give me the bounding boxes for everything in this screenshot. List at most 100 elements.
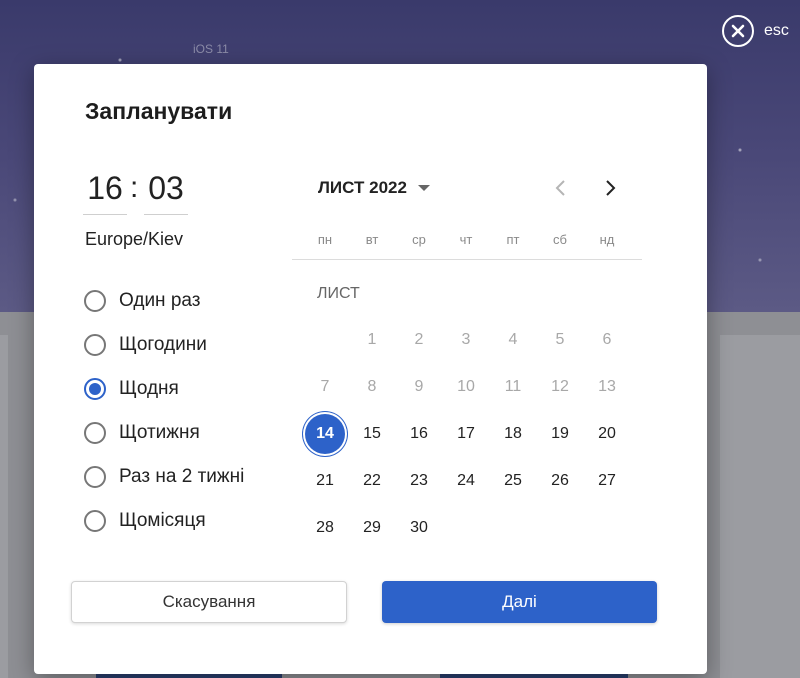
calendar-day-number: 29 — [363, 519, 381, 536]
frequency-option[interactable]: Раз на 2 тижні — [84, 466, 244, 488]
calendar-day[interactable]: 29 — [352, 508, 392, 548]
calendar-day: 10 — [446, 367, 486, 407]
month-year-dropdown[interactable]: ЛИСТ 2022 — [318, 178, 431, 198]
calendar-day-number: 30 — [410, 519, 428, 536]
calendar-day[interactable]: 27 — [587, 461, 627, 501]
calendar-day-number: 8 — [367, 378, 377, 395]
hours-input[interactable]: 16 — [83, 168, 127, 215]
frequency-option-label: Раз на 2 тижні — [119, 466, 245, 487]
calendar-divider — [292, 259, 642, 260]
calendar-day: 2 — [399, 320, 439, 360]
calendar-day: 13 — [587, 367, 627, 407]
calendar-day[interactable]: 24 — [446, 461, 486, 501]
calendar-day-number: 17 — [457, 425, 475, 442]
weekday-label: вт — [365, 232, 379, 247]
calendar-day: 4 — [493, 320, 533, 360]
weekday-label: сб — [553, 232, 567, 247]
close-label: esc — [764, 22, 789, 39]
frequency-option[interactable]: Щодня — [84, 378, 179, 400]
calendar-day: 6 — [587, 320, 627, 360]
frequency-option-label: Щогодини — [119, 334, 207, 355]
timezone-label: Europe/Kiev — [85, 229, 184, 249]
calendar-day: 5 — [540, 320, 580, 360]
calendar-day[interactable]: 22 — [352, 461, 392, 501]
weekday-label: нд — [599, 232, 615, 247]
weekday-label: ср — [412, 232, 426, 247]
radio-checked[interactable] — [84, 378, 106, 400]
frequency-option[interactable]: Щогодини — [84, 334, 207, 356]
frequency-option-label: Щотижня — [119, 422, 200, 443]
calendar-day[interactable]: 17 — [446, 414, 486, 454]
calendar-day: 8 — [352, 367, 392, 407]
background-ios-label: iOS 11 — [193, 42, 229, 56]
calendar-day-number: 9 — [414, 378, 424, 395]
frequency-option-label: Щодня — [119, 378, 179, 399]
calendar-day-number: 18 — [504, 425, 522, 442]
calendar-day-number: 24 — [457, 472, 475, 489]
radio-unchecked[interactable] — [84, 510, 106, 532]
radio-unchecked[interactable] — [84, 334, 106, 356]
calendar-day-number: 2 — [414, 331, 424, 348]
calendar-day-number: 14 — [316, 425, 334, 442]
weekday-label: пн — [317, 232, 333, 247]
calendar-day: 3 — [446, 320, 486, 360]
calendar-day-number: 21 — [316, 472, 334, 489]
calendar-day[interactable]: 26 — [540, 461, 580, 501]
calendar-day: 9 — [399, 367, 439, 407]
frequency-option-label: Один раз — [119, 290, 201, 311]
calendar-day-number: 4 — [508, 331, 518, 348]
cancel-button[interactable]: Скасування — [71, 581, 347, 623]
calendar-day[interactable]: 28 — [305, 508, 345, 548]
calendar-day-number: 27 — [598, 472, 616, 489]
time-separator: : — [130, 171, 139, 204]
next-month-button[interactable] — [597, 174, 625, 202]
calendar-day-number: 19 — [551, 425, 569, 442]
calendar-day[interactable]: 18 — [493, 414, 533, 454]
calendar-day[interactable]: 19 — [540, 414, 580, 454]
calendar-day-number: 10 — [457, 378, 475, 395]
radio-unchecked[interactable] — [84, 290, 106, 312]
calendar-day[interactable]: 21 — [305, 461, 345, 501]
prev-month-button[interactable] — [546, 174, 574, 202]
calendar-day[interactable]: 16 — [399, 414, 439, 454]
calendar-day: 11 — [493, 367, 533, 407]
calendar-day[interactable]: 25 — [493, 461, 533, 501]
close-button[interactable]: esc — [722, 15, 789, 47]
calendar-day-number: 26 — [551, 472, 569, 489]
calendar-day[interactable]: 15 — [352, 414, 392, 454]
calendar-day: 1 — [352, 320, 392, 360]
radio-unchecked[interactable] — [84, 422, 106, 444]
calendar-day-number: 6 — [602, 331, 612, 348]
frequency-option[interactable]: Щомісяця — [84, 510, 206, 532]
frequency-option[interactable]: Щотижня — [84, 422, 200, 444]
chevron-right-icon — [606, 180, 616, 196]
caret-down-icon — [417, 185, 430, 191]
radio-unchecked[interactable] — [84, 466, 106, 488]
calendar-day-number: 5 — [555, 331, 565, 348]
calendar-day[interactable]: 20 — [587, 414, 627, 454]
calendar-day-number: 16 — [410, 425, 428, 442]
calendar-day-number: 12 — [551, 378, 569, 395]
calendar-day-selected[interactable]: 14 — [305, 414, 345, 454]
close-icon[interactable] — [722, 15, 754, 47]
calendar-day-number: 13 — [598, 378, 616, 395]
calendar-day-number: 11 — [504, 378, 522, 395]
background-panel-right — [720, 335, 800, 678]
calendar-day-number: 20 — [598, 425, 616, 442]
radio-dot — [89, 383, 101, 395]
schedule-dialog: Запланувати 16 : 03 Europe/Kiev Один раз… — [34, 64, 707, 674]
background-panel-left — [0, 335, 8, 678]
next-button[interactable]: Далі — [382, 581, 657, 623]
calendar-day-number: 3 — [461, 331, 471, 348]
weekday-label: чт — [459, 232, 473, 247]
calendar-day-number: 28 — [316, 519, 334, 536]
calendar-day-number: 15 — [363, 425, 381, 442]
minutes-input[interactable]: 03 — [144, 168, 188, 215]
calendar-day-number: 7 — [320, 378, 330, 395]
frequency-option[interactable]: Один раз — [84, 290, 200, 312]
calendar-day: 7 — [305, 367, 345, 407]
weekday-label: пт — [506, 232, 520, 247]
calendar-day: 12 — [540, 367, 580, 407]
calendar-day[interactable]: 23 — [399, 461, 439, 501]
calendar-day[interactable]: 30 — [399, 508, 439, 548]
